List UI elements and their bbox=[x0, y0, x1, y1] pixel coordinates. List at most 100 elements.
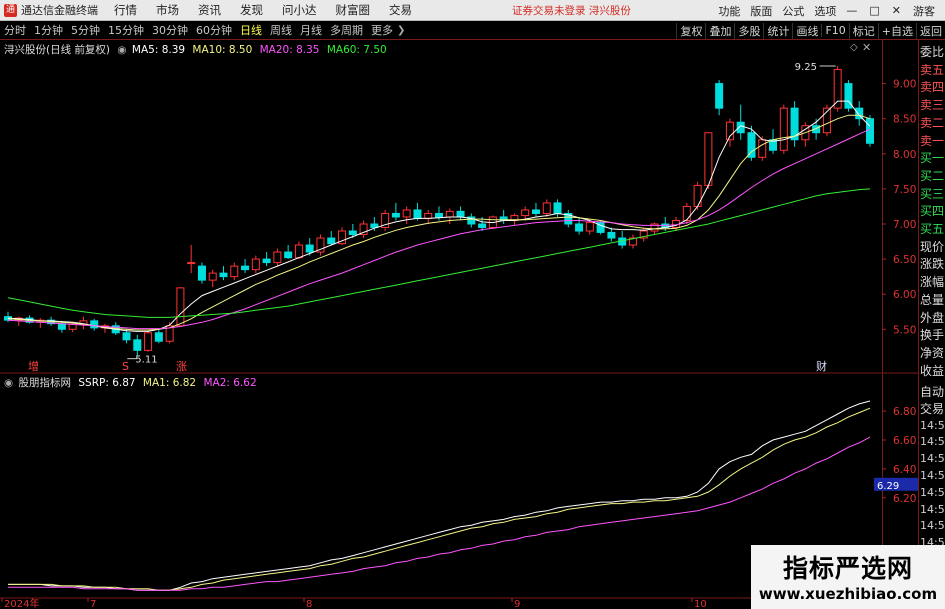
event-marker[interactable]: 财 bbox=[816, 359, 827, 373]
menu-item-options[interactable]: 选项 bbox=[814, 3, 836, 19]
ssrp-line bbox=[8, 400, 871, 591]
tab-1min[interactable]: 1分钟 bbox=[30, 22, 67, 38]
tab-monthly[interactable]: 月线 bbox=[296, 22, 326, 38]
candle-body-down bbox=[747, 132, 756, 158]
tab-15min[interactable]: 15分钟 bbox=[104, 22, 148, 38]
tab-more[interactable]: 更多 bbox=[367, 22, 397, 38]
menu-item-layout[interactable]: 版面 bbox=[750, 3, 772, 19]
quote-panel-item: 净资 bbox=[920, 345, 945, 360]
close-panel-icon[interactable]: ✕ bbox=[862, 41, 871, 54]
candle-body-down bbox=[305, 244, 314, 253]
candle-body-up bbox=[542, 202, 551, 214]
close-icon[interactable]: ✕ bbox=[892, 4, 901, 17]
back-button[interactable]: 返回 bbox=[916, 22, 945, 39]
tab-weekly[interactable]: 周线 bbox=[266, 22, 296, 38]
candle-body-up bbox=[424, 212, 433, 219]
menu-bar: 通 通达信金融终端 行情 市场 资讯 发现 问小达 财富圈 交易 证券交易未登录… bbox=[0, 0, 945, 21]
mark-button[interactable]: 标记 bbox=[848, 22, 878, 39]
candle-body-down bbox=[219, 272, 228, 278]
user-label[interactable]: 游客 bbox=[913, 3, 935, 19]
candle-body-up bbox=[294, 244, 303, 259]
quote-panel-item: 买四 bbox=[920, 204, 945, 219]
trade-detail-item: 14:56 bbox=[920, 485, 945, 499]
adjust-price-button[interactable]: 复权 bbox=[676, 22, 705, 39]
tab-30min[interactable]: 30分钟 bbox=[148, 22, 192, 38]
candle-body-up bbox=[208, 272, 217, 281]
menu-item-news[interactable]: 资讯 bbox=[198, 2, 221, 18]
trade-detail-item: 14:56 bbox=[920, 502, 945, 516]
candle-body-up bbox=[704, 132, 713, 186]
menu-item-market[interactable]: 市场 bbox=[156, 2, 179, 18]
candle-body-down bbox=[284, 251, 293, 259]
ma20-line bbox=[7, 128, 871, 330]
chart-canvas[interactable]: 9.00 8.50 8.00 7.50 7.00 6.50 6.00 5.50 6.80 6.60… bbox=[0, 40, 918, 609]
date-label: 2024年 bbox=[4, 597, 39, 609]
indicator-tick-label: 6.20 bbox=[893, 493, 916, 505]
candle-body-down bbox=[122, 332, 131, 341]
overlay-button[interactable]: 叠加 bbox=[705, 22, 734, 39]
candle-body-down bbox=[715, 83, 724, 109]
indicator-settings-icon[interactable]: ◉ bbox=[4, 377, 13, 389]
quote-panel-item: 买三 bbox=[920, 186, 945, 201]
quote-panel: 委比 卖五 卖四 卖三 卖二 卖一 买一 买二 买三 买四 买五 现价 涨跌 涨幅 总量 外盘 换手 净资 收益 自动… bbox=[918, 40, 945, 609]
draw-line-button[interactable]: 画线 bbox=[792, 22, 821, 39]
quote-panel-item: 委比 bbox=[920, 45, 945, 59]
quote-panel-item: 卖三 bbox=[920, 98, 945, 113]
ma10-line bbox=[7, 114, 871, 331]
candle-body-up bbox=[68, 323, 77, 330]
candle-body-down bbox=[435, 212, 443, 218]
ssrp-label: SSRP: 6.87 bbox=[78, 377, 136, 389]
menu-item-wealth[interactable]: 财富圈 bbox=[336, 2, 371, 18]
quote-panel-item: 卖五 bbox=[920, 62, 945, 77]
trade-detail-item: 14:56 bbox=[920, 418, 945, 432]
date-label: 7 bbox=[90, 599, 96, 609]
high-marker-label: 9.25 bbox=[795, 62, 817, 73]
quote-panel-item: 买一 bbox=[920, 151, 945, 166]
event-marker[interactable]: 增 bbox=[28, 359, 39, 373]
tab-daily[interactable]: 日线 bbox=[236, 22, 266, 38]
candle-body-up bbox=[402, 209, 411, 218]
tab-5min[interactable]: 5分钟 bbox=[67, 22, 104, 38]
event-marker[interactable]: 涨 bbox=[176, 360, 187, 373]
event-marker[interactable]: S bbox=[122, 360, 129, 373]
quote-panel-item: 卖一 bbox=[920, 133, 945, 148]
menu-item-quotes[interactable]: 行情 bbox=[114, 2, 137, 18]
minimize-icon[interactable]: — bbox=[846, 4, 857, 17]
maximize-icon[interactable]: □ bbox=[869, 4, 879, 17]
indicator-tick-label: 6.60 bbox=[893, 435, 916, 447]
multi-stock-button[interactable]: 多股 bbox=[734, 22, 763, 39]
menu-item-functions[interactable]: 功能 bbox=[718, 3, 740, 19]
menu-item-trade[interactable]: 交易 bbox=[389, 2, 412, 18]
tab-intraday[interactable]: 分时 bbox=[0, 22, 30, 38]
candle-body-down bbox=[607, 231, 616, 239]
menu-item-discover[interactable]: 发现 bbox=[240, 2, 263, 18]
candle-body-up bbox=[521, 209, 530, 217]
candle-body-up bbox=[144, 332, 153, 351]
ma60-label: MA60: 7.50 bbox=[326, 44, 387, 56]
watermark: 指标严选网 www.xuezhibiao.com bbox=[751, 545, 945, 609]
settings-dot-icon[interactable]: ◉ bbox=[117, 44, 126, 56]
chevron-right-icon[interactable]: ❯ bbox=[397, 25, 405, 36]
tab-60min[interactable]: 60分钟 bbox=[192, 22, 236, 38]
candle-body-down bbox=[348, 230, 357, 236]
price-tick-label: 8.50 bbox=[893, 114, 916, 126]
statistics-button[interactable]: 统计 bbox=[763, 22, 792, 39]
trade-detail-item: 14:56 bbox=[920, 519, 945, 533]
indicator-legend: ◉ 股朋指标网 SSRP: 6.87 MA1: 6.82 MA2: 6.62 bbox=[4, 375, 257, 390]
candle-body-down bbox=[57, 323, 66, 330]
candle-body-down bbox=[413, 209, 422, 219]
trade-status-text: 证券交易未登录 浔兴股份 bbox=[512, 5, 631, 17]
add-watchlist-button[interactable]: +自选 bbox=[877, 22, 916, 39]
candle-body-down bbox=[553, 202, 562, 214]
main-menu: 行情 市场 资讯 发现 问小达 财富圈 交易 bbox=[114, 2, 431, 18]
price-tick-label: 7.50 bbox=[893, 184, 916, 196]
diamond-icon[interactable]: ◇ bbox=[850, 42, 858, 53]
tab-multi-period[interactable]: 多周期 bbox=[326, 22, 367, 38]
quote-panel-item: 总量 bbox=[920, 292, 945, 307]
right-menu: 功能 版面 公式 选项 — □ ✕ 游客 bbox=[718, 0, 945, 21]
quote-panel-item: 卖四 bbox=[920, 80, 945, 95]
menu-item-formula[interactable]: 公式 bbox=[782, 3, 804, 19]
ma20-label: MA20: 8.35 bbox=[259, 44, 320, 56]
menu-item-ask[interactable]: 问小达 bbox=[282, 2, 317, 18]
f10-button[interactable]: F10 bbox=[821, 24, 848, 37]
